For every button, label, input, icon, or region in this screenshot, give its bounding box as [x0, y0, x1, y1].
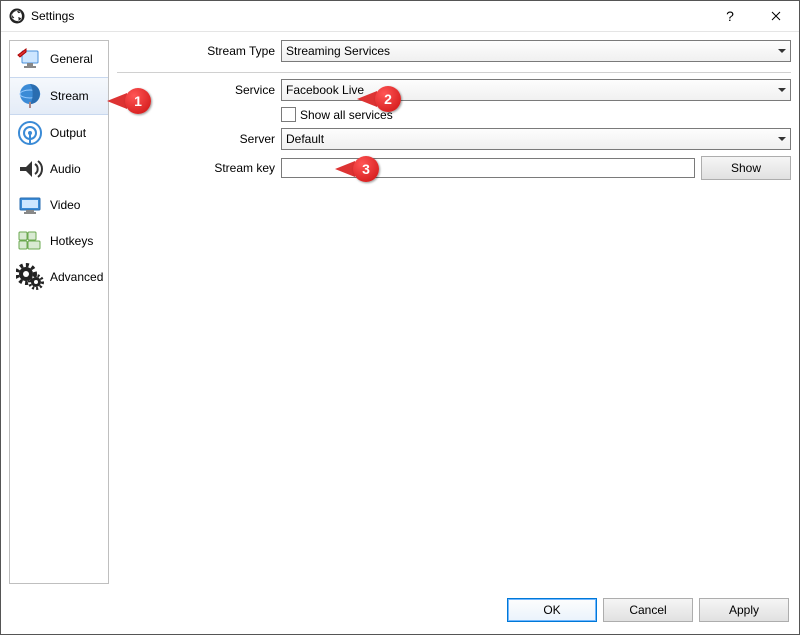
row-show-all: Show all services [117, 107, 791, 122]
sidebar-item-label: Stream [50, 89, 89, 103]
row-server: Server Default [117, 128, 791, 150]
show-button[interactable]: Show [701, 156, 791, 180]
audio-icon [16, 155, 44, 183]
sidebar-item-label: Audio [50, 162, 81, 176]
checkbox-show-all[interactable]: Show all services [281, 107, 393, 122]
dropdown-value: Facebook Live [286, 83, 364, 97]
stream-icon [16, 82, 44, 110]
divider [117, 72, 791, 73]
label-server: Server [117, 132, 281, 146]
row-stream-key: Stream key Show [117, 156, 791, 180]
sidebar-item-audio[interactable]: Audio [10, 151, 108, 187]
label-stream-type: Stream Type [117, 44, 281, 58]
sidebar-item-label: Video [50, 198, 80, 212]
sidebar-item-label: Output [50, 126, 86, 140]
sidebar-item-output[interactable]: Output [10, 115, 108, 151]
dropdown-value: Streaming Services [286, 44, 390, 58]
video-icon [16, 191, 44, 219]
help-button[interactable]: ? [707, 1, 753, 31]
sidebar-item-video[interactable]: Video [10, 187, 108, 223]
advanced-icon [16, 263, 44, 291]
sidebar-item-general[interactable]: General [10, 41, 108, 77]
titlebar: Settings ? [1, 1, 799, 32]
settings-body: General Stream [1, 32, 799, 592]
settings-window: Settings ? General [0, 0, 800, 635]
label-stream-key: Stream key [117, 161, 281, 175]
chevron-down-icon [778, 49, 786, 53]
input-stream-key[interactable] [281, 158, 695, 178]
sidebar-item-label: Hotkeys [50, 234, 93, 248]
dropdown-value: Default [286, 132, 324, 146]
sidebar-item-hotkeys[interactable]: Hotkeys [10, 223, 108, 259]
close-button[interactable] [753, 1, 799, 31]
sidebar-item-stream[interactable]: Stream [10, 77, 108, 115]
row-service: Service Facebook Live [117, 79, 791, 101]
obs-icon [9, 8, 25, 24]
sidebar-item-label: Advanced [50, 270, 103, 284]
cancel-button[interactable]: Cancel [603, 598, 693, 622]
dropdown-service[interactable]: Facebook Live [281, 79, 791, 101]
sidebar-item-label: General [50, 52, 93, 66]
output-icon [16, 119, 44, 147]
ok-button[interactable]: OK [507, 598, 597, 622]
apply-button[interactable]: Apply [699, 598, 789, 622]
chevron-down-icon [778, 88, 786, 92]
hotkeys-icon [16, 227, 44, 255]
sidebar: General Stream [9, 40, 109, 584]
footer: OK Cancel Apply [1, 592, 799, 634]
label-service: Service [117, 83, 281, 97]
window-title: Settings [31, 9, 707, 23]
main-panel: Stream Type Streaming Services Service F… [117, 40, 791, 584]
row-stream-type: Stream Type Streaming Services [117, 40, 791, 62]
general-icon [16, 45, 44, 73]
checkbox-label: Show all services [300, 108, 393, 122]
checkbox-box [281, 107, 296, 122]
chevron-down-icon [778, 137, 786, 141]
dropdown-stream-type[interactable]: Streaming Services [281, 40, 791, 62]
sidebar-item-advanced[interactable]: Advanced [10, 259, 108, 295]
dropdown-server[interactable]: Default [281, 128, 791, 150]
